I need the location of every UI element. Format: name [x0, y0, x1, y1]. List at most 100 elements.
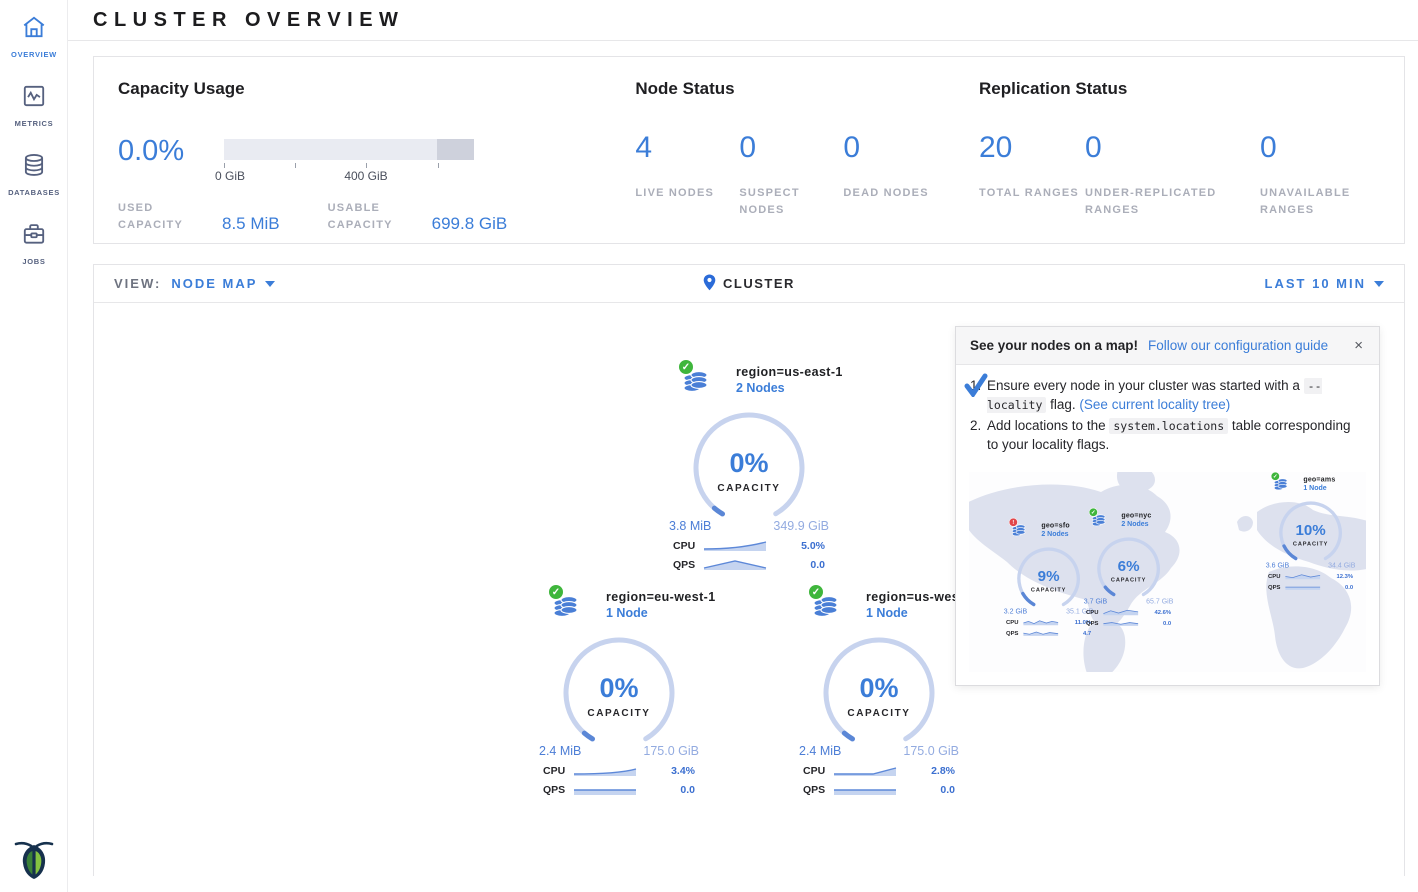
sidebar-item-label: OVERVIEW	[0, 50, 68, 59]
usable-capacity-value: 699.8 GiB	[432, 214, 508, 234]
view-label: VIEW:	[114, 276, 161, 291]
locality-breadcrumb: CLUSTER	[414, 274, 1084, 294]
qps-row: QPS 0.0	[803, 783, 955, 796]
time-range-dropdown[interactable]: LAST 10 MIN	[1265, 276, 1384, 291]
capacity-gauge: 0% CAPACITY	[560, 634, 678, 752]
healthy-check-icon: ✓	[1271, 472, 1280, 481]
qps-row: QPS 0.0	[543, 783, 695, 796]
sidebar-item-jobs[interactable]: JOBS	[0, 207, 68, 276]
capacity-bar: 0 GiB 400 GiB	[224, 137, 474, 186]
node-card-us-east-1[interactable]: ✓ region=us-east-1 2 Nodes	[664, 363, 834, 571]
system-locations-code: system.locations	[1109, 418, 1228, 434]
region-label: region=us-west-1	[866, 590, 964, 604]
popup-title: See your nodes on a map!	[970, 338, 1138, 353]
node-map-setup-popup: See your nodes on a map! Follow our conf…	[955, 326, 1380, 686]
chevron-down-icon	[1374, 281, 1384, 287]
sidebar-item-overview[interactable]: OVERVIEW	[0, 0, 68, 69]
configuration-guide-link[interactable]: Follow our configuration guide	[1148, 338, 1352, 353]
qps-value: 0.0	[767, 559, 825, 571]
capacity-bar-axis: 0 GiB 400 GiB	[224, 160, 474, 186]
healthy-check-icon: ✓	[678, 359, 694, 375]
qps-sparkline	[573, 783, 637, 796]
capacity-label: CAPACITY	[847, 708, 910, 719]
healthy-check-icon: ✓	[808, 584, 824, 600]
sidebar-item-databases[interactable]: DATABASES	[0, 138, 68, 207]
capacity-percent: 0%	[599, 675, 638, 702]
node-count: 2 Nodes	[736, 381, 834, 395]
tick-label: 400 GiB	[344, 169, 387, 183]
capacity-label: CAPACITY	[717, 483, 780, 494]
node-map-panel: VIEW: NODE MAP CLUSTER LAST 10 MIN	[93, 264, 1405, 876]
blue-check-icon	[964, 373, 988, 403]
usable-capacity-label: USABLE CAPACITY	[328, 200, 420, 234]
node-map-area: ✓ region=us-east-1 2 Nodes	[94, 303, 1404, 876]
cpu-value: 3.4%	[637, 765, 695, 777]
node-count: 1 Node	[606, 606, 704, 620]
metrics-icon	[21, 83, 47, 109]
qps-sparkline	[703, 558, 767, 571]
example-map-image: ! geo=sfo 2 Nodes	[969, 472, 1366, 672]
chevron-down-icon	[265, 281, 275, 287]
close-icon[interactable]: ×	[1352, 337, 1365, 354]
sidebar-item-label: METRICS	[0, 119, 68, 128]
region-label: region=eu-west-1	[606, 590, 704, 604]
breadcrumb: CLUSTER	[723, 276, 795, 291]
setup-step-2: 2. Add locations to the system.locations…	[970, 417, 1365, 454]
node-card-eu-west-1[interactable]: ✓ region=eu-west-1 1 Node	[534, 588, 704, 796]
replication-status-section: Replication Status 20 TOTAL RANGES 0 UND…	[979, 79, 1380, 221]
home-icon	[21, 14, 47, 40]
mini-node-card-ams: ✓ geo=ams 1 Node	[1263, 474, 1358, 590]
healthy-check-icon: ✓	[548, 584, 564, 600]
tick-label: 0 GiB	[215, 169, 245, 183]
cockroachdb-logo[interactable]	[0, 835, 68, 886]
capacity-label: CAPACITY	[587, 708, 650, 719]
cpu-value: 2.8%	[897, 765, 955, 777]
popup-body: 1. Ensure every node in your cluster was…	[956, 365, 1379, 468]
under-replicated-ranges-stat: 0 UNDER-REPLICATED RANGES	[1085, 133, 1260, 219]
capacity-gauge: 0% CAPACITY	[690, 409, 808, 527]
cpu-row: CPU 3.4%	[543, 764, 695, 777]
used-capacity-value: 8.5 MiB	[222, 214, 280, 234]
sidebar: OVERVIEW METRICS DATABASES	[0, 0, 68, 892]
jobs-icon	[21, 221, 47, 247]
healthy-check-icon: ✓	[1089, 507, 1098, 516]
summary-panel: Capacity Usage 0.0% 0 GiB 400 GiB USED C…	[93, 56, 1405, 244]
warning-icon: !	[1009, 517, 1018, 526]
cpu-row: CPU 2.8%	[803, 764, 955, 777]
dead-nodes-stat: 0 DEAD NODES	[843, 133, 947, 219]
live-nodes-stat: 4 LIVE NODES	[635, 133, 739, 219]
sidebar-item-metrics[interactable]: METRICS	[0, 69, 68, 138]
page-header: CLUSTER OVERVIEW	[68, 0, 1418, 41]
total-ranges-stat: 20 TOTAL RANGES	[979, 133, 1085, 219]
main-content: CLUSTER OVERVIEW Capacity Usage 0.0% 0 G…	[68, 0, 1418, 876]
databases-icon	[21, 152, 47, 178]
capacity-percent: 0%	[859, 675, 898, 702]
view-dropdown[interactable]: NODE MAP	[171, 276, 275, 291]
map-pin-icon	[703, 274, 716, 294]
capacity-percent: 0.0%	[118, 137, 224, 186]
node-count: 1 Node	[866, 606, 964, 620]
qps-row: QPS 0.0	[673, 558, 825, 571]
popup-header: See your nodes on a map! Follow our conf…	[956, 327, 1379, 365]
node-card-us-west-1[interactable]: ✓ region=us-west-1 1 Node	[794, 588, 964, 796]
cpu-row: CPU 5.0%	[673, 539, 825, 552]
mini-node-card-nyc: ✓ geo=nyc 2 Nodes	[1081, 510, 1176, 626]
unavailable-ranges-stat: 0 UNAVAILABLE RANGES	[1260, 133, 1380, 219]
sidebar-item-label: DATABASES	[0, 188, 68, 197]
map-toolbar: VIEW: NODE MAP CLUSTER LAST 10 MIN	[94, 265, 1404, 303]
page-title: CLUSTER OVERVIEW	[93, 9, 404, 32]
replication-status-title: Replication Status	[979, 79, 1380, 99]
node-status-section: Node Status 4 LIVE NODES 0 SUSPECT NODES…	[635, 79, 979, 221]
cpu-sparkline	[573, 764, 637, 777]
capacity-percent: 0%	[729, 450, 768, 477]
cpu-sparkline	[703, 539, 767, 552]
capacity-gauge: 0% CAPACITY	[820, 634, 938, 752]
locality-tree-link[interactable]: (See current locality tree)	[1079, 397, 1230, 412]
suspect-nodes-stat: 0 SUSPECT NODES	[739, 133, 843, 219]
cpu-value: 5.0%	[767, 540, 825, 552]
setup-step-1: 1. Ensure every node in your cluster was…	[970, 377, 1365, 414]
used-capacity-label: USED CAPACITY	[118, 200, 210, 234]
node-status-title: Node Status	[635, 79, 979, 99]
region-label: region=us-east-1	[736, 365, 834, 379]
qps-sparkline	[833, 783, 897, 796]
